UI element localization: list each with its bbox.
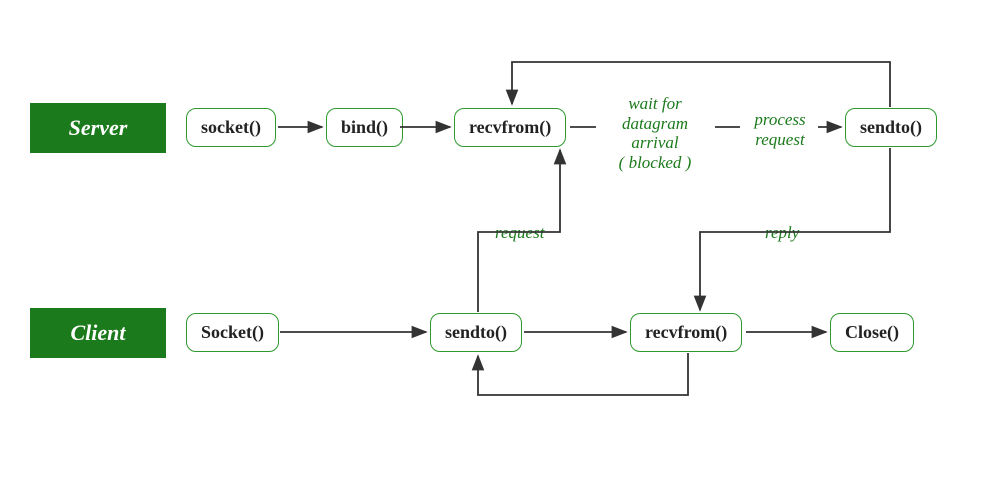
client-sendto-node: sendto() [430, 313, 522, 352]
server-role-label: Server [30, 103, 166, 153]
diagram-canvas: Server Client socket() bind() recvfrom()… [0, 0, 1000, 500]
client-close-node: Close() [830, 313, 914, 352]
client-recvfrom-node: recvfrom() [630, 313, 742, 352]
reply-label: reply [765, 223, 799, 243]
server-bind-node: bind() [326, 108, 403, 147]
wait-label: wait fordatagramarrival( blocked ) [595, 94, 715, 172]
server-sendto-node: sendto() [845, 108, 937, 147]
server-socket-node: socket() [186, 108, 276, 147]
server-recvfrom-node: recvfrom() [454, 108, 566, 147]
process-label: processrequest [740, 110, 820, 149]
client-role-label: Client [30, 308, 166, 358]
request-label: request [495, 223, 544, 243]
client-socket-node: Socket() [186, 313, 279, 352]
arrows-layer [0, 0, 1000, 500]
